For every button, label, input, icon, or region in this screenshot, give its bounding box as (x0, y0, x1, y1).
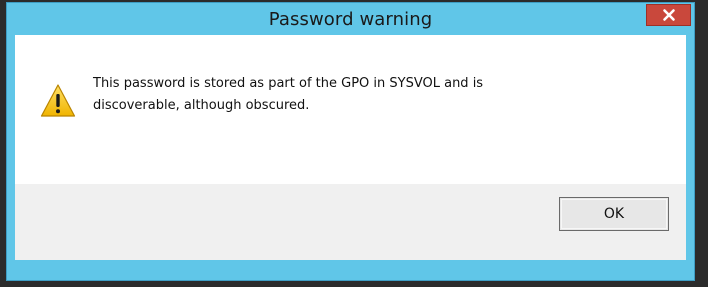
password-warning-dialog: Password warning This password is stored… (6, 2, 695, 281)
dialog-title: Password warning (268, 9, 433, 30)
dialog-footer: OK (15, 184, 686, 260)
dialog-body: This password is stored as part of the G… (15, 35, 686, 184)
warning-message: This password is stored as part of the G… (93, 73, 653, 117)
message-line-2: discoverable, although obscured. (93, 98, 310, 113)
close-icon (662, 9, 675, 21)
close-button[interactable] (646, 4, 691, 26)
warning-icon (40, 84, 76, 117)
title-bar[interactable]: Password warning (7, 3, 694, 35)
message-line-1: This password is stored as part of the G… (93, 76, 484, 91)
ok-button[interactable]: OK (559, 197, 669, 231)
